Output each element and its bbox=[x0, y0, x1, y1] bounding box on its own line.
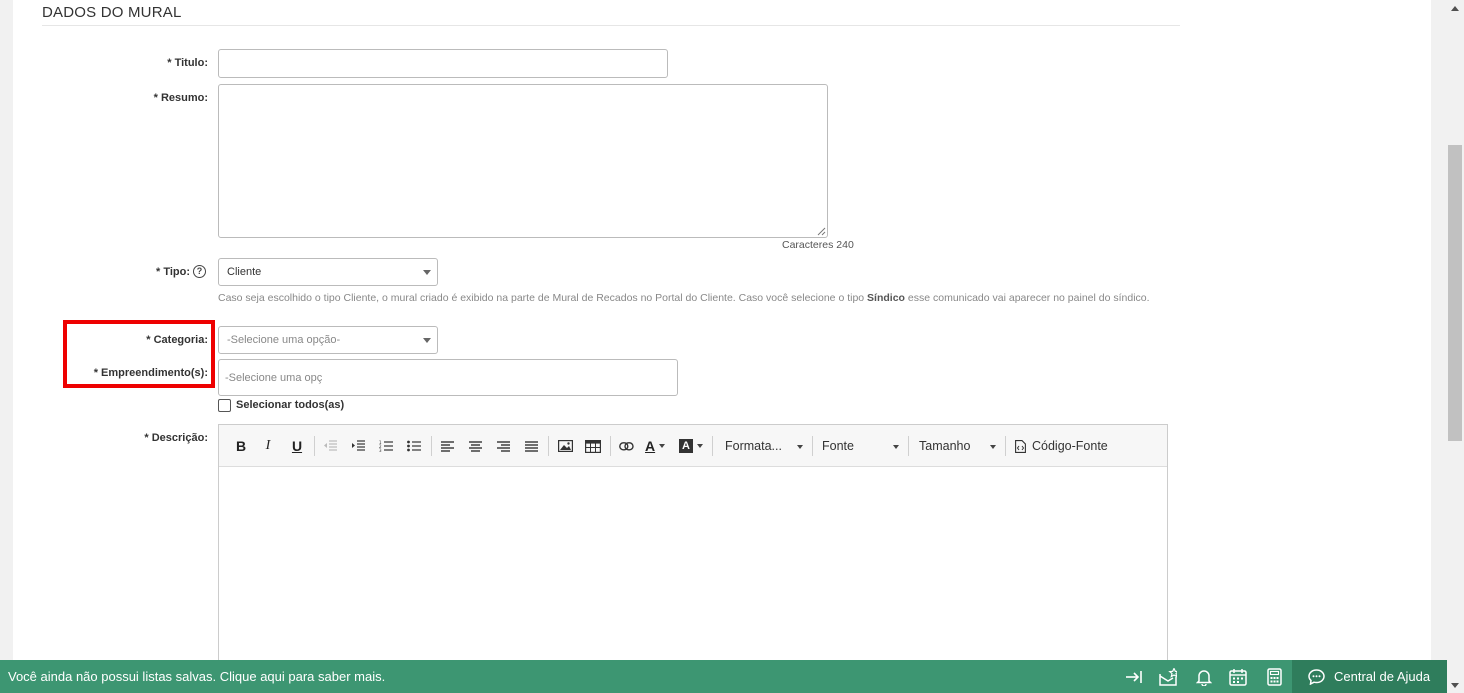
table-icon[interactable] bbox=[584, 438, 602, 454]
toolbar-separator bbox=[908, 436, 909, 456]
align-left-icon[interactable] bbox=[439, 438, 455, 454]
section-divider bbox=[42, 25, 1180, 26]
resumo-label: * Resumo: bbox=[153, 92, 208, 104]
dropdown-caret-icon bbox=[423, 270, 431, 275]
saved-lists-message[interactable]: Você ainda não possui listas salvas. Cli… bbox=[8, 669, 385, 684]
dropdown-caret-icon bbox=[659, 444, 666, 448]
background-color-button[interactable]: A bbox=[679, 438, 705, 454]
select-all-checkbox[interactable] bbox=[218, 399, 231, 412]
toolbar-separator bbox=[1005, 436, 1006, 456]
toolbar-separator bbox=[431, 436, 432, 456]
titulo-label: * Titulo: bbox=[167, 57, 208, 69]
underline-button[interactable]: U bbox=[290, 438, 304, 454]
dropdown-caret-icon bbox=[423, 338, 431, 343]
italic-button[interactable]: I bbox=[262, 438, 274, 454]
tipo-hint: Caso seja escolhido o tipo Cliente, o mu… bbox=[218, 292, 1150, 304]
categoria-label: * Categoria: bbox=[146, 334, 208, 346]
help-center-button[interactable]: Central de Ajuda bbox=[1292, 660, 1447, 693]
align-justify-icon[interactable] bbox=[523, 438, 539, 454]
calculator-icon[interactable] bbox=[1265, 668, 1283, 686]
dropdown-caret-icon bbox=[797, 445, 803, 449]
ordered-list-icon[interactable]: 123 bbox=[378, 438, 394, 454]
editor-content-area[interactable] bbox=[219, 468, 1167, 663]
dropdown-caret-icon bbox=[990, 445, 996, 449]
select-all-label[interactable]: Selecionar todos(as) bbox=[236, 399, 344, 411]
empreendimento-multiselect[interactable]: -Selecione uma opç bbox=[218, 359, 678, 396]
resize-handle-icon[interactable] bbox=[817, 227, 826, 236]
font-color-button[interactable]: A bbox=[645, 438, 671, 454]
font-dropdown[interactable]: Fonte bbox=[822, 438, 899, 454]
align-right-icon[interactable] bbox=[495, 438, 511, 454]
source-code-icon bbox=[1015, 439, 1026, 453]
tipo-label: * Tipo: bbox=[155, 266, 190, 278]
toolbar-separator bbox=[314, 436, 315, 456]
format-dropdown[interactable]: Formata... bbox=[725, 438, 803, 454]
tipo-select[interactable]: Cliente bbox=[218, 258, 438, 286]
svg-text:3: 3 bbox=[379, 448, 382, 452]
bell-icon[interactable] bbox=[1195, 668, 1213, 686]
help-icon[interactable]: ? bbox=[193, 265, 206, 278]
scrollbar-thumb[interactable] bbox=[1448, 145, 1462, 441]
descricao-label: * Descrição: bbox=[144, 432, 208, 444]
bottom-bar: Você ainda não possui listas salvas. Cli… bbox=[0, 660, 1447, 693]
mail-star-icon[interactable] bbox=[1159, 668, 1177, 686]
toolbar-separator bbox=[812, 436, 813, 456]
editor-toolbar: B I U 123 A A Formata... Fonte Tamanho C… bbox=[219, 425, 1167, 467]
titulo-input[interactable] bbox=[218, 49, 668, 78]
dropdown-caret-icon bbox=[697, 444, 703, 448]
bold-button[interactable]: B bbox=[234, 438, 248, 454]
chat-icon bbox=[1308, 669, 1325, 685]
toolbar-separator bbox=[610, 436, 611, 456]
toolbar-separator bbox=[548, 436, 549, 456]
scroll-down-arrow-icon[interactable] bbox=[1451, 683, 1459, 688]
resumo-textarea[interactable] bbox=[218, 84, 828, 238]
dropdown-caret-icon bbox=[893, 445, 899, 449]
outdent-icon[interactable] bbox=[322, 438, 338, 454]
categoria-select[interactable]: -Selecione uma opção- bbox=[218, 326, 438, 354]
size-dropdown[interactable]: Tamanho bbox=[919, 438, 996, 454]
resumo-char-counter: Caracteres 240 bbox=[782, 239, 854, 251]
calendar-icon[interactable] bbox=[1229, 668, 1247, 686]
empreendimento-label: * Empreendimento(s): bbox=[93, 367, 208, 379]
indent-icon[interactable] bbox=[350, 438, 366, 454]
scroll-up-arrow-icon[interactable] bbox=[1451, 6, 1459, 11]
image-icon[interactable] bbox=[556, 438, 574, 454]
section-title: DADOS DO MURAL bbox=[42, 4, 182, 21]
unordered-list-icon[interactable] bbox=[406, 438, 422, 454]
source-code-button[interactable]: Código-Fonte bbox=[1015, 438, 1115, 454]
rich-text-editor[interactable]: B I U 123 A A Formata... Fonte Tamanho C… bbox=[218, 424, 1168, 664]
toolbar-separator bbox=[712, 436, 713, 456]
collapse-arrow-icon[interactable] bbox=[1125, 668, 1143, 686]
align-center-icon[interactable] bbox=[467, 438, 483, 454]
link-icon[interactable] bbox=[618, 438, 634, 454]
